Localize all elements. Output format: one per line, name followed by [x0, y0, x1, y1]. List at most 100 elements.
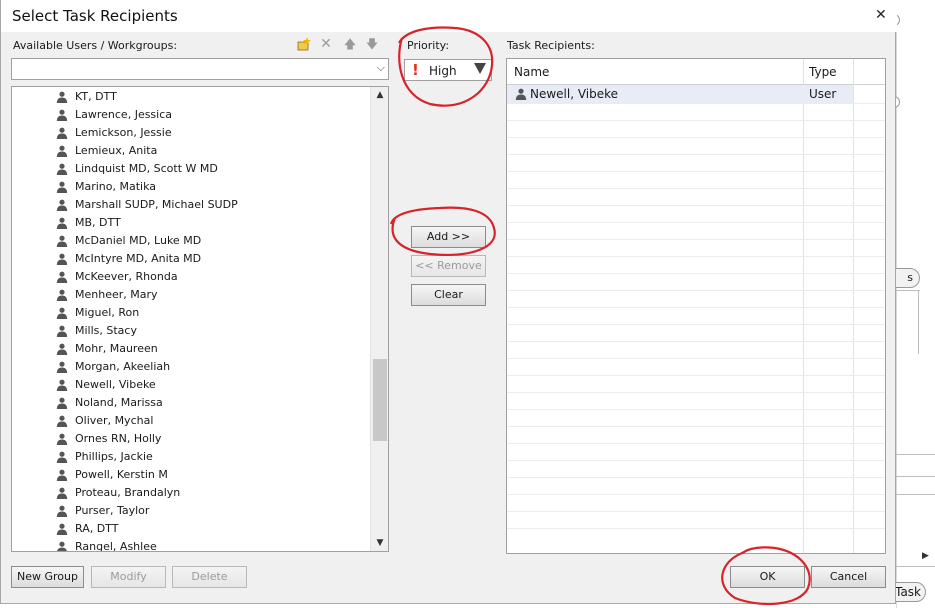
list-scrollbar[interactable]: ▲ ▼: [370, 87, 388, 551]
grid-row-line: [507, 511, 885, 512]
scroll-up-icon[interactable]: ▲: [371, 87, 388, 103]
grid-row-line: [507, 341, 885, 342]
delete-icon[interactable]: ✕: [319, 37, 333, 51]
background-app-panel: [896, 0, 935, 608]
user-name: Marino, Matika: [75, 180, 157, 193]
user-name: Noland, Marissa: [75, 396, 163, 409]
user-list-item[interactable]: KT, DTT: [12, 88, 372, 106]
grid-row-line: [507, 188, 885, 189]
grid-row-line: [507, 256, 885, 257]
user-list-item[interactable]: McIntyre MD, Anita MD: [12, 250, 372, 268]
new-workgroup-icon[interactable]: [297, 37, 311, 51]
user-icon: [515, 88, 527, 100]
grid-row-line: [507, 154, 885, 155]
user-list-item[interactable]: Proteau, Brandalyn: [12, 484, 372, 502]
user-list-item[interactable]: Purser, Taylor: [12, 502, 372, 520]
task-recipients-label: Task Recipients:: [507, 39, 595, 52]
background-scroll-arrow[interactable]: ▶: [922, 551, 929, 561]
grid-row-line: [507, 409, 885, 410]
grid-row-line: [507, 307, 885, 308]
user-name: Oliver, Mychal: [75, 414, 154, 427]
background-divider: [896, 290, 920, 291]
grid-row-line: [507, 460, 885, 461]
user-name: Purser, Taylor: [75, 504, 150, 517]
user-icon: [56, 379, 68, 391]
user-icon: [56, 163, 68, 175]
recipient-row[interactable]: Newell, Vibeke User: [507, 85, 853, 103]
column-name-header[interactable]: Name: [514, 65, 549, 79]
grid-row-line: [507, 205, 885, 206]
available-users-search-combo[interactable]: ⌵: [11, 58, 389, 80]
grid-row-line: [507, 358, 885, 359]
user-list-item[interactable]: Lawrence, Jessica: [12, 106, 372, 124]
user-name: Lemickson, Jessie: [75, 126, 172, 139]
move-down-icon[interactable]: 🡇: [365, 37, 379, 51]
user-name: Morgan, Akeeliah: [75, 360, 171, 373]
background-divider: [896, 454, 935, 455]
user-list-item[interactable]: Mohr, Maureen: [12, 340, 372, 358]
user-list-item[interactable]: Noland, Marissa: [12, 394, 372, 412]
user-list-item[interactable]: Powell, Kerstin M: [12, 466, 372, 484]
user-name: McDaniel MD, Luke MD: [75, 234, 202, 247]
user-list-item[interactable]: Mills, Stacy: [12, 322, 372, 340]
user-icon: [56, 325, 68, 337]
select-task-recipients-dialog: Select Task Recipients ✕ Available Users…: [0, 0, 897, 604]
user-list-item[interactable]: Marino, Matika: [12, 178, 372, 196]
cancel-button[interactable]: Cancel: [811, 566, 886, 588]
user-list-item[interactable]: Lemickson, Jessie: [12, 124, 372, 142]
grid-row-line: [507, 426, 885, 427]
user-icon: [56, 343, 68, 355]
delete-button[interactable]: Delete: [172, 566, 247, 588]
remove-button[interactable]: << Remove: [411, 255, 486, 277]
move-up-icon[interactable]: 🡅: [343, 37, 357, 51]
user-list-item[interactable]: McDaniel MD, Luke MD: [12, 232, 372, 250]
new-group-button[interactable]: New Group: [11, 566, 84, 588]
user-icon: [56, 253, 68, 265]
user-icon: [56, 235, 68, 247]
user-name: KT, DTT: [75, 90, 117, 103]
user-list-item[interactable]: Menheer, Mary: [12, 286, 372, 304]
user-list-item[interactable]: MB, DTT: [12, 214, 372, 232]
user-list-item[interactable]: Oliver, Mychal: [12, 412, 372, 430]
task-recipients-grid[interactable]: Name Type Newell, Vibeke User: [506, 58, 886, 554]
user-list-item[interactable]: Marshall SUDP, Michael SUDP: [12, 196, 372, 214]
scroll-down-icon[interactable]: ▼: [371, 535, 388, 551]
scroll-thumb[interactable]: [373, 359, 387, 441]
clear-button[interactable]: Clear: [411, 284, 486, 306]
grid-row-line: [507, 137, 885, 138]
user-name: RA, DTT: [75, 522, 119, 535]
dropdown-arrow-icon[interactable]: [474, 63, 486, 74]
user-list-item[interactable]: Newell, Vibeke: [12, 376, 372, 394]
dialog-title: Select Task Recipients: [12, 7, 178, 25]
user-icon: [56, 505, 68, 517]
grid-row-line: [507, 392, 885, 393]
user-list-item[interactable]: McKeever, Rhonda: [12, 268, 372, 286]
user-icon: [56, 199, 68, 211]
user-name: Menheer, Mary: [75, 288, 158, 301]
recipient-name: Newell, Vibeke: [530, 87, 619, 101]
column-type-header[interactable]: Type: [809, 65, 837, 79]
user-list-item[interactable]: Miguel, Ron: [12, 304, 372, 322]
user-name: Ornes RN, Holly: [75, 432, 162, 445]
ok-button[interactable]: OK: [730, 566, 805, 588]
recipient-type: User: [809, 87, 837, 101]
user-icon: [56, 127, 68, 139]
user-list-item[interactable]: Morgan, Akeeliah: [12, 358, 372, 376]
available-users-label: Available Users / Workgroups:: [13, 39, 178, 52]
user-list-item[interactable]: Lemieux, Anita: [12, 142, 372, 160]
chevron-down-icon[interactable]: ⌵: [377, 61, 385, 75]
user-list-item[interactable]: Lindquist MD, Scott W MD: [12, 160, 372, 178]
user-list-item[interactable]: Ornes RN, Holly: [12, 430, 372, 448]
available-users-list[interactable]: KT, DTT Lawrence, Jessica Lemickson, Jessi…: [11, 86, 389, 552]
user-list-item[interactable]: Phillips, Jackie: [12, 448, 372, 466]
add-button[interactable]: Add >>: [411, 226, 486, 248]
user-icon: [56, 181, 68, 193]
user-list-item[interactable]: Rangel, Ashlee: [12, 538, 372, 551]
grid-row-line: [507, 103, 885, 104]
user-icon: [56, 415, 68, 427]
user-list-item[interactable]: RA, DTT: [12, 520, 372, 538]
close-icon[interactable]: ✕: [875, 7, 887, 23]
modify-button[interactable]: Modify: [91, 566, 166, 588]
dialog-titlebar: Select Task Recipients ✕: [1, 0, 897, 32]
priority-dropdown[interactable]: ! High: [404, 59, 492, 81]
